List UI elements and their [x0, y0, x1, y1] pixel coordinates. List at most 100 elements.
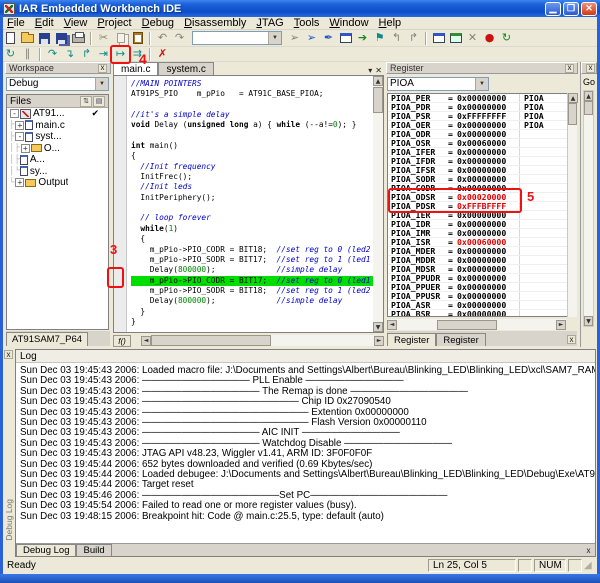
code-line[interactable]: m_pPio->PIO_SODR = BIT17; //set reg to 1…	[131, 255, 373, 265]
toggle-breakpoint-button[interactable]: ●	[481, 31, 498, 46]
save-button[interactable]	[36, 31, 53, 46]
scrollbar-thumb[interactable]	[584, 101, 593, 115]
side-panel-close-icon[interactable]: x	[586, 64, 595, 73]
register-close-icon[interactable]: x	[565, 64, 574, 73]
reset-button[interactable]: ↻	[2, 47, 19, 62]
step-over-button[interactable]: ↷	[44, 47, 61, 62]
expand-icon[interactable]: +	[15, 121, 24, 130]
code-line[interactable]: {	[131, 151, 373, 161]
register-tab[interactable]: Register	[387, 333, 436, 346]
resize-grip[interactable]: ◢	[584, 559, 597, 572]
restart-debugger-button[interactable]: ↻	[498, 31, 515, 46]
tree-item-at91[interactable]: -AT91...✔	[7, 108, 108, 120]
code-line[interactable]	[131, 203, 373, 213]
maximize-button[interactable]: ❐	[563, 2, 579, 16]
menu-window[interactable]: Window	[324, 17, 373, 29]
menu-debug[interactable]: Debug	[137, 17, 179, 29]
toolbar-search-combobox[interactable]: ▼	[192, 31, 282, 45]
tree-item-mainc[interactable]: ├+main.c	[7, 120, 108, 132]
workspace-panel-header[interactable]: Workspace x	[5, 62, 111, 74]
code-line[interactable]: Delay(800000); //simple delay	[131, 265, 373, 275]
menu-project[interactable]: Project	[92, 17, 136, 29]
step-out-button[interactable]: ↱	[78, 47, 95, 62]
code-line[interactable]: //it's a simple delay	[131, 110, 373, 120]
tree-item-o[interactable]: │├+O...	[7, 143, 108, 155]
compile-button[interactable]	[430, 31, 447, 46]
editor-gutter[interactable]	[114, 76, 127, 332]
menu-tools[interactable]: Tools	[289, 17, 325, 29]
menu-view[interactable]: View	[59, 17, 93, 29]
menu-jtag[interactable]: JTAG	[251, 17, 288, 29]
title-bar[interactable]: IAR Embedded Workbench IDE ▁ ❐ ✕	[0, 0, 600, 17]
replace-button[interactable]	[337, 31, 354, 46]
code-line[interactable]: //Init frequency	[131, 162, 373, 172]
code-line[interactable]: {	[131, 234, 373, 244]
scroll-down-icon[interactable]: ▼	[584, 316, 593, 326]
minimize-button[interactable]: ▁	[545, 2, 561, 16]
run-to-cursor-button[interactable]: ↦	[112, 47, 129, 62]
function-list-button[interactable]: f()	[113, 335, 131, 347]
open-file-button[interactable]	[19, 31, 36, 46]
collapse-icon[interactable]: -	[10, 109, 19, 118]
editor-tab-system-c[interactable]: system.c	[158, 62, 213, 75]
register-tab[interactable]: Register	[436, 333, 485, 346]
step-into-button[interactable]: ↴	[61, 47, 78, 62]
register-group-dropdown[interactable]: PIOA ▼	[387, 77, 489, 91]
scroll-up-icon[interactable]: ▲	[584, 91, 593, 101]
toggle-bookmark-button[interactable]: ⚑	[371, 31, 388, 46]
print-button[interactable]	[70, 31, 87, 46]
code-text[interactable]: //MAIN POINTERSAT91PS_PIO m_pPio = AT91C…	[128, 76, 373, 332]
chevron-down-icon[interactable]: ▼	[475, 78, 488, 90]
workspace-config-dropdown[interactable]: Debug ▼	[6, 77, 109, 91]
find-next-button[interactable]: ➢	[303, 31, 320, 46]
code-line[interactable]: //Init leds	[131, 182, 373, 192]
collapse-icon[interactable]: -	[15, 132, 24, 141]
code-line[interactable]: }	[131, 307, 373, 317]
scroll-up-icon[interactable]: ▲	[568, 93, 578, 103]
chevron-down-icon[interactable]: ▾	[368, 66, 372, 75]
chevron-down-icon[interactable]: ▼	[268, 32, 281, 44]
workspace-project-tab[interactable]: AT91SAM7_P64	[6, 332, 88, 346]
stop-debugger-button[interactable]: ✗	[154, 47, 171, 62]
scrollbar-thumb[interactable]	[568, 103, 577, 125]
scroll-right-icon[interactable]: ►	[374, 336, 384, 346]
register-row-pioa_bsr[interactable]: PIOA_BSR=0x00000000	[388, 310, 576, 317]
editor-vertical-scrollbar[interactable]: ▲ ▼	[373, 76, 383, 332]
log-close-icon[interactable]: x	[4, 350, 13, 359]
side-panel-scrollbar[interactable]: ▲ ▼	[583, 90, 594, 327]
menu-disassembly[interactable]: Disassembly	[179, 17, 251, 29]
new-document-button[interactable]	[2, 31, 19, 46]
editor-tab-main-c[interactable]: main.c	[113, 62, 158, 75]
tree-item-sy[interactable]: │└sy...	[7, 166, 108, 178]
log-tab-debug-log[interactable]: Debug Log	[16, 544, 76, 556]
close-icon[interactable]: ✕	[375, 66, 382, 75]
scroll-down-icon[interactable]: ▼	[373, 322, 383, 332]
code-line[interactable]: while(1)	[131, 224, 373, 234]
goto-button[interactable]: ➔	[354, 31, 371, 46]
scroll-left-icon[interactable]: ◄	[387, 320, 397, 330]
code-line[interactable]: int main()	[131, 141, 373, 151]
chevron-down-icon[interactable]: ▼	[95, 78, 108, 90]
code-line[interactable]	[131, 131, 373, 141]
log-tabbar-close-icon[interactable]: x	[584, 546, 593, 555]
code-line[interactable]: InitPeriphery();	[131, 193, 373, 203]
editor-horizontal-scrollbar[interactable]	[151, 335, 374, 346]
register-horizontal-scrollbar[interactable]: ◄ ►	[387, 319, 566, 330]
expand-icon[interactable]: +	[15, 178, 24, 187]
columns-icon[interactable]: ▤	[93, 96, 105, 107]
sort-columns-icon[interactable]: ⇅	[80, 96, 92, 107]
code-line[interactable]: m_pPio->PIO_SODR = BIT18; //set reg to 1…	[131, 286, 373, 296]
code-line[interactable]	[131, 100, 373, 110]
tree-item-a[interactable]: │├A...	[7, 154, 108, 166]
tree-item-syst[interactable]: ├-syst...	[7, 131, 108, 143]
code-line[interactable]: //MAIN POINTERS	[131, 79, 373, 89]
scroll-right-icon[interactable]: ►	[556, 320, 566, 330]
make-button[interactable]	[447, 31, 464, 46]
code-area[interactable]: //MAIN POINTERSAT91PS_PIO m_pPio = AT91C…	[113, 75, 384, 333]
menu-help[interactable]: Help	[374, 17, 407, 29]
find-in-files-button[interactable]: ✒	[320, 31, 337, 46]
save-all-button[interactable]	[53, 31, 70, 46]
code-line[interactable]: void Delay (unsigned long a) { while (--…	[131, 120, 373, 130]
log-tab-build[interactable]: Build	[76, 544, 111, 556]
code-line[interactable]: AT91PS_PIO m_pPio = AT91C_BASE_PIOA;	[131, 89, 373, 99]
